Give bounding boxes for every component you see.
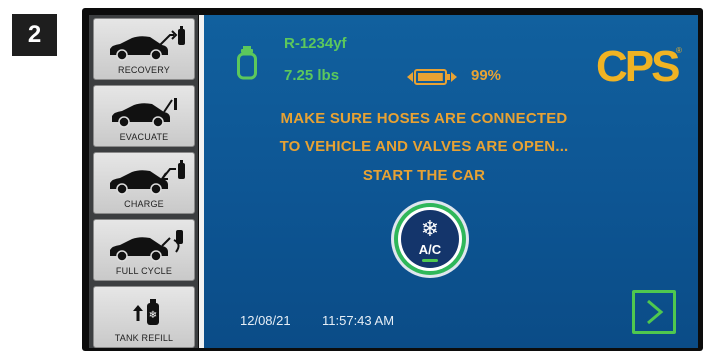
instruction-line-3: START THE CAR	[362, 167, 486, 184]
svg-text:❄: ❄	[149, 310, 157, 321]
chevron-right-icon	[647, 299, 664, 325]
sidebar-item-recovery[interactable]: RECOVERY	[93, 18, 195, 80]
sidebar-item-full-cycle[interactable]: FULL CYCLE	[93, 219, 195, 281]
battery-icon	[407, 69, 457, 85]
refrigerant-type: R-1234yf	[284, 35, 347, 52]
cps-logo: CPS ®	[596, 42, 682, 85]
instruction-line-2: TO VEHICLE AND VALVES ARE OPEN...	[279, 138, 569, 155]
car-full-cycle-icon	[110, 230, 183, 262]
sidebar-item-label: EVACUATE	[119, 132, 169, 142]
step-number-badge: 2	[12, 14, 57, 56]
snowflake-icon: ❄	[421, 217, 439, 242]
sidebar-item-label: CHARGE	[124, 199, 164, 209]
instruction-line-1: MAKE SURE HOSES ARE CONNECTED	[280, 110, 568, 127]
refrigerant-weight: 7.25 lbs	[284, 67, 340, 84]
ac-button-label: A/C	[419, 242, 442, 257]
sidebar-item-tank-refill[interactable]: ❄ TANK REFILL	[93, 286, 195, 348]
car-evacuate-icon	[112, 98, 177, 128]
car-charge-icon	[110, 160, 185, 195]
sidebar-item-label: FULL CYCLE	[115, 266, 173, 276]
sidebar: RECOVERY EVACUATE CHARGE FULL CYCLE ❄ TA…	[89, 15, 198, 348]
sidebar-item-charge[interactable]: CHARGE	[93, 152, 195, 214]
logo-trademark: ®	[676, 46, 682, 55]
ac-button[interactable]: ❄ A/C	[389, 198, 471, 280]
refrigerant-tank-icon	[237, 46, 257, 80]
time-display: 11:57:43 AM	[322, 313, 395, 328]
next-button[interactable]	[632, 290, 676, 334]
car-recovery-icon	[110, 26, 185, 61]
sidebar-item-label: RECOVERY	[118, 65, 170, 75]
tank-refill-icon: ❄	[133, 299, 159, 325]
sidebar-item-evacuate[interactable]: EVACUATE	[93, 85, 195, 147]
main-screen: R-1234yf 7.25 lbs 99% CPS ® MAKE SURE HO…	[204, 15, 698, 348]
logo-text: CPS	[596, 42, 679, 85]
date-display: 12/08/21	[240, 313, 291, 328]
sidebar-item-label: TANK REFILL	[114, 333, 174, 343]
battery-percent: 99%	[471, 67, 502, 84]
